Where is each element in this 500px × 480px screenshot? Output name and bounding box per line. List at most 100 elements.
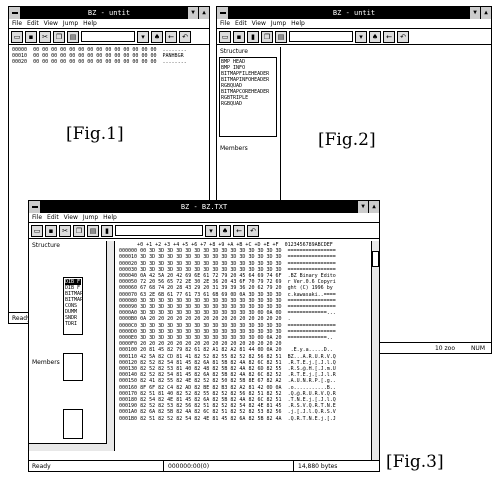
structure-list[interactable]: DIB F DIB F BITMAP BITMAP CONS DUMM SNDR… [63, 277, 83, 335]
cut-icon[interactable]: ✂ [59, 224, 71, 237]
menu-file[interactable]: File [220, 19, 230, 28]
hex-row: 000020 3D 3D 3D 3D 3D 3D 3D 3D 3D 3D 3D … [119, 260, 336, 267]
fig3-structure-panel: Structure DIB F DIB F BITMAP BITMAP CONS… [29, 241, 115, 451]
jump-combo[interactable] [289, 31, 353, 42]
system-menu-icon[interactable] [217, 7, 229, 19]
hex-row: 000110 42 5A 82 CD 81 41 82 52 82 55 82 … [119, 353, 336, 360]
fig3-menubar: File Edit View Jump Help [29, 213, 379, 223]
hex-row: 000010 3D 3D 3D 3D 3D 3D 3D 3D 3D 3D 3D … [119, 254, 336, 261]
system-menu-icon[interactable] [29, 201, 41, 213]
structure-list[interactable]: BMP HEAD BMP INFO BITMAPFILEHEADER BITMA… [219, 57, 277, 137]
menu-file[interactable]: File [12, 19, 22, 28]
structure-label: Structure [220, 48, 248, 55]
status-ready: Ready [32, 463, 51, 470]
copy-icon[interactable]: ❐ [53, 30, 65, 43]
fig3-title: BZ - BZ.TXT [180, 203, 228, 211]
menu-view[interactable]: View [252, 19, 266, 28]
back-icon[interactable]: ← [233, 224, 245, 237]
undo-icon[interactable]: ↶ [247, 224, 259, 237]
fig3-titlebar[interactable]: BZ - BZ.TXT ▼ ▲ [29, 201, 379, 213]
hex-row: 0000C0 3D 3D 3D 3D 3D 3D 3D 3D 3D 3D 3D … [119, 322, 336, 329]
hex-row: 000060 67 68 74 20 28 43 29 20 31 39 39 … [119, 285, 336, 292]
list-item[interactable]: RGBQUAD [221, 101, 275, 107]
paste-icon[interactable]: ▤ [275, 30, 287, 43]
find-icon[interactable]: ♠ [219, 224, 231, 237]
structure-label: Structure [32, 242, 60, 249]
members-list[interactable] [63, 353, 83, 381]
minimize-icon[interactable]: ▼ [469, 7, 480, 19]
menu-view[interactable]: View [44, 19, 58, 28]
menu-help[interactable]: Help [83, 19, 97, 28]
menu-jump[interactable]: Jump [63, 19, 78, 28]
hex-row: 000100 20 81 45 82 79 82 61 82 A1 82 A2 … [119, 347, 336, 354]
jump-combo[interactable] [81, 31, 135, 42]
menu-jump[interactable]: Jump [271, 19, 286, 28]
save-icon[interactable]: ▪ [45, 224, 57, 237]
fig1-titlebar[interactable]: BZ - untit ▼ ▲ [9, 7, 209, 19]
dropdown-icon[interactable]: ▾ [355, 30, 367, 43]
hex-row: 0001B0 82 51 82 52 82 54 82 4E 81 45 82 … [119, 415, 336, 422]
fig2-menubar: File Edit View Jump Help [217, 19, 491, 29]
scroll-thumb[interactable] [372, 251, 379, 267]
structure-icon[interactable]: ▮ [101, 224, 113, 237]
undo-icon[interactable]: ↶ [397, 30, 409, 43]
structure-hscroll[interactable] [29, 443, 107, 451]
menu-help[interactable]: Help [103, 213, 117, 222]
menu-jump[interactable]: Jump [83, 213, 98, 222]
status-offset: 000000:00(0) [163, 461, 209, 471]
system-menu-icon[interactable] [9, 7, 21, 19]
fig1-menubar: File Edit View Jump Help [9, 19, 209, 29]
structure-icon[interactable]: ▮ [247, 30, 259, 43]
hex-row: 0001A0 82 6A 82 5B 82 4A 82 6C 82 51 82 … [119, 409, 336, 416]
hex-scrollbar[interactable] [371, 241, 379, 460]
save-icon[interactable]: ▪ [25, 30, 37, 43]
menu-edit[interactable]: Edit [47, 213, 59, 222]
open-icon[interactable]: ▭ [11, 30, 23, 43]
fig2-toolbar: ▭ ▪ ▮ ❐ ▤ ▾ ♠ ← ↶ [217, 29, 491, 45]
structure-scrollbar[interactable] [106, 241, 114, 451]
minimize-icon[interactable]: ▼ [187, 7, 198, 19]
minimize-icon[interactable]: ▼ [357, 201, 368, 213]
maximize-icon[interactable]: ▲ [368, 201, 379, 213]
hex-row: 0000B0 0A 20 20 20 20 20 20 20 20 20 20 … [119, 316, 336, 323]
undo-icon[interactable]: ↶ [179, 30, 191, 43]
find-icon[interactable]: ♠ [369, 30, 381, 43]
back-icon[interactable]: ← [383, 30, 395, 43]
fig3-caption: [Fig.3] [386, 452, 444, 472]
hex-row: 00020 00 00 00 00 00 00 00 00 00 00 00 0… [12, 59, 187, 66]
copy-icon[interactable]: ❐ [261, 30, 273, 43]
fig1-title: BZ - untit [87, 9, 131, 17]
fig3-toolbar: ▭ ▪ ✂ ❐ ▤ ▮ ▾ ♠ ← ↶ [29, 223, 379, 239]
copy-icon[interactable]: ❐ [73, 224, 85, 237]
menu-view[interactable]: View [64, 213, 78, 222]
menu-help[interactable]: Help [291, 19, 305, 28]
paste-icon[interactable]: ▤ [67, 30, 79, 43]
fig1-hex-view[interactable]: 00000 00 00 00 00 00 00 00 00 00 00 00 0… [9, 45, 209, 68]
maximize-icon[interactable]: ▲ [480, 7, 491, 19]
menu-file[interactable]: File [32, 213, 42, 222]
cut-icon[interactable]: ✂ [39, 30, 51, 43]
menu-edit[interactable]: Edit [27, 19, 39, 28]
dropdown-icon[interactable]: ▾ [205, 224, 217, 237]
hex-row: 000150 82 41 82 55 82 4E 82 52 82 50 82 … [119, 378, 336, 385]
menu-edit[interactable]: Edit [235, 19, 247, 28]
find-icon[interactable]: ♠ [151, 30, 163, 43]
status-zoom: 10 zoo [434, 345, 456, 352]
fig1-caption: [Fig.1] [66, 124, 124, 144]
maximize-icon[interactable]: ▲ [198, 7, 209, 19]
list-item[interactable]: TDRI [65, 321, 81, 327]
jump-combo[interactable] [115, 225, 203, 236]
fig3-hex-view[interactable]: +0 +1 +2 +3 +4 +5 +6 +7 +8 +9 +A +B +C +… [117, 241, 373, 451]
open-icon[interactable]: ▭ [219, 30, 231, 43]
open-icon[interactable]: ▭ [31, 224, 43, 237]
back-icon[interactable]: ← [165, 30, 177, 43]
fig3-statusbar: Ready 000000:00(0) 14,880 bytes [29, 460, 379, 471]
dropdown-icon[interactable]: ▾ [137, 30, 149, 43]
members-detail[interactable] [63, 409, 83, 439]
fig2-title: BZ - untit [332, 9, 376, 17]
fig1-toolbar: ▭ ▪ ✂ ❐ ▤ ▾ ♠ ← ↶ [9, 29, 209, 45]
save-icon[interactable]: ▪ [233, 30, 245, 43]
fig2-caption: [Fig.2] [318, 130, 376, 150]
fig2-titlebar[interactable]: BZ - untit ▼ ▲ [217, 7, 491, 19]
paste-icon[interactable]: ▤ [87, 224, 99, 237]
